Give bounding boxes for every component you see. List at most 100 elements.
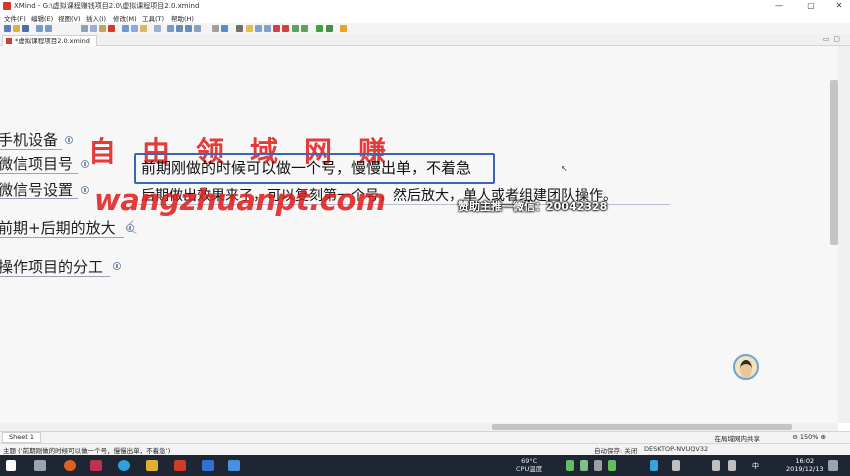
horizontal-scroll-thumb[interactable] xyxy=(492,424,792,430)
tray-icon[interactable] xyxy=(580,460,588,471)
status-topic-text: 主题 (‘前期刚做的时候可以做一个号，慢慢出单，不着急’) xyxy=(3,447,171,455)
attachment-icon[interactable] xyxy=(264,25,271,32)
clock-time: 16:02 xyxy=(795,457,815,465)
dropdown-icon[interactable] xyxy=(236,25,243,32)
topic-icon[interactable] xyxy=(122,25,129,32)
undo-icon[interactable] xyxy=(36,25,43,32)
windows-start-icon[interactable] xyxy=(6,460,16,471)
boundary-icon[interactable] xyxy=(176,25,183,32)
media-player-icon[interactable] xyxy=(90,460,102,471)
tab-controls[interactable]: ▭▢ xyxy=(823,35,844,43)
topic-line xyxy=(0,237,124,238)
xmind-taskbar-icon[interactable] xyxy=(174,460,186,471)
close-button[interactable]: ✕ xyxy=(828,0,850,12)
window-title: XMind - G:\虚拟课程赚钱项目2.0\虚拟课程项目2.0.xmind xyxy=(14,2,200,10)
expand-icon[interactable] xyxy=(65,136,73,144)
tray-icon[interactable] xyxy=(650,460,658,471)
menu-modify[interactable]: 修改(M) xyxy=(113,13,137,23)
stop-icon[interactable] xyxy=(273,25,280,32)
folder-icon[interactable] xyxy=(146,460,158,471)
zoom-value: 150% xyxy=(799,433,819,441)
link-icon[interactable] xyxy=(255,25,262,32)
marker-icon[interactable] xyxy=(154,25,161,32)
lightbulb-icon[interactable] xyxy=(340,25,347,32)
topic-line xyxy=(0,276,110,277)
tray-icon[interactable] xyxy=(566,460,574,471)
file-tab[interactable]: *虚拟课程项目2.0.xmind xyxy=(2,35,97,46)
minimize-button[interactable]: — xyxy=(768,0,790,12)
taskbar-clock[interactable]: 16:02 2019/12/13 xyxy=(786,457,823,473)
menu-insert[interactable]: 插入(I) xyxy=(86,13,106,23)
computer-name: DESKTOP-NVUQV32 xyxy=(644,445,709,453)
task-view-icon[interactable] xyxy=(34,460,46,471)
relationship-icon[interactable] xyxy=(167,25,174,32)
record-icon[interactable] xyxy=(282,25,289,32)
app-icon[interactable] xyxy=(202,460,214,471)
star-icon[interactable] xyxy=(246,25,253,32)
vertical-scroll-thumb[interactable] xyxy=(830,80,838,245)
sheet-tab[interactable]: Sheet 1 xyxy=(2,432,41,443)
cpu-label: CPU温度 xyxy=(516,465,543,473)
share-icon[interactable] xyxy=(301,25,308,32)
topic-line xyxy=(0,149,62,150)
avatar-face-icon xyxy=(740,360,752,378)
topic-scale-up[interactable]: 前期+后期的放大 xyxy=(0,217,116,238)
menu-view[interactable]: 视图(V) xyxy=(58,13,81,23)
delete-icon[interactable] xyxy=(108,25,115,32)
network-icon[interactable] xyxy=(728,460,736,471)
note-icon[interactable] xyxy=(140,25,147,32)
format-icon[interactable] xyxy=(221,25,228,32)
paste-icon[interactable] xyxy=(99,25,106,32)
topic-wechat-settings[interactable]: 微信号设置 xyxy=(0,179,73,200)
zoom-level[interactable]: ⊖ 150% ⊕ xyxy=(792,433,826,441)
save-icon[interactable] xyxy=(22,25,29,32)
avatar xyxy=(733,354,759,380)
topic-line xyxy=(0,173,78,174)
notification-icon[interactable] xyxy=(828,460,838,471)
tray-icon[interactable] xyxy=(594,460,602,471)
image-icon[interactable] xyxy=(194,25,201,32)
zoom-in-icon[interactable]: ⊕ xyxy=(818,433,826,441)
redo-icon[interactable] xyxy=(45,25,52,32)
mouse-cursor-icon: ↖ xyxy=(561,164,568,173)
menu-edit[interactable]: 编辑(E) xyxy=(31,13,53,23)
topic-line xyxy=(0,198,78,199)
windows-taskbar xyxy=(0,455,850,476)
file-tab-label: *虚拟课程项目2.0.xmind xyxy=(15,37,90,45)
open-icon[interactable] xyxy=(13,25,20,32)
menu-file[interactable]: 文件(F) xyxy=(4,13,26,23)
mind-map-canvas[interactable]: 手机设备 微信项目号 微信号设置 前期+后期的放大 操作项目的分工 xyxy=(0,46,838,423)
pencil-icon[interactable] xyxy=(212,25,219,32)
topic-division-of-labor[interactable]: 操作项目的分工 xyxy=(0,256,103,277)
export-icon[interactable] xyxy=(292,25,299,32)
selected-topic-text[interactable]: 前期刚做的时候可以做一个号，慢慢出单，不着急 xyxy=(141,157,471,178)
autosave-status[interactable]: 自动保存: 关闭 xyxy=(594,445,637,455)
menu-help[interactable]: 帮助(H) xyxy=(171,13,194,23)
copy-icon[interactable] xyxy=(90,25,97,32)
expand-icon[interactable] xyxy=(81,186,89,194)
cut-icon[interactable] xyxy=(81,25,88,32)
cloud-icon[interactable] xyxy=(228,460,240,471)
arrow-icon[interactable] xyxy=(316,25,323,32)
watermark-url: wangzhuanpt.com xyxy=(94,183,386,217)
subtopic-icon[interactable] xyxy=(131,25,138,32)
summary-icon[interactable] xyxy=(185,25,192,32)
menu-tools[interactable]: 工具(T) xyxy=(142,13,164,23)
volume-icon[interactable] xyxy=(712,460,720,471)
cpu-temperature: 69°C CPU温度 xyxy=(516,457,542,473)
editor-tab-bar xyxy=(0,34,850,46)
browser-icon[interactable] xyxy=(118,460,130,471)
expand-icon[interactable] xyxy=(113,262,121,270)
tray-icon[interactable] xyxy=(672,460,680,471)
vertical-scrollbar[interactable] xyxy=(838,46,850,423)
maximize-button[interactable]: ▢ xyxy=(800,0,822,12)
zoom-out-icon[interactable]: ⊖ xyxy=(792,433,800,441)
ime-indicator[interactable]: 中 xyxy=(752,461,759,471)
topic-wechat-account[interactable]: 微信项目号 xyxy=(0,153,73,174)
new-icon[interactable] xyxy=(4,25,11,32)
zoom-icon[interactable] xyxy=(326,25,333,32)
app-icon[interactable] xyxy=(64,460,76,471)
lan-share-label[interactable]: 在局域网内共享 xyxy=(715,433,761,443)
topic-phone-device[interactable]: 手机设备 xyxy=(0,129,58,150)
wechat-icon[interactable] xyxy=(608,460,616,471)
